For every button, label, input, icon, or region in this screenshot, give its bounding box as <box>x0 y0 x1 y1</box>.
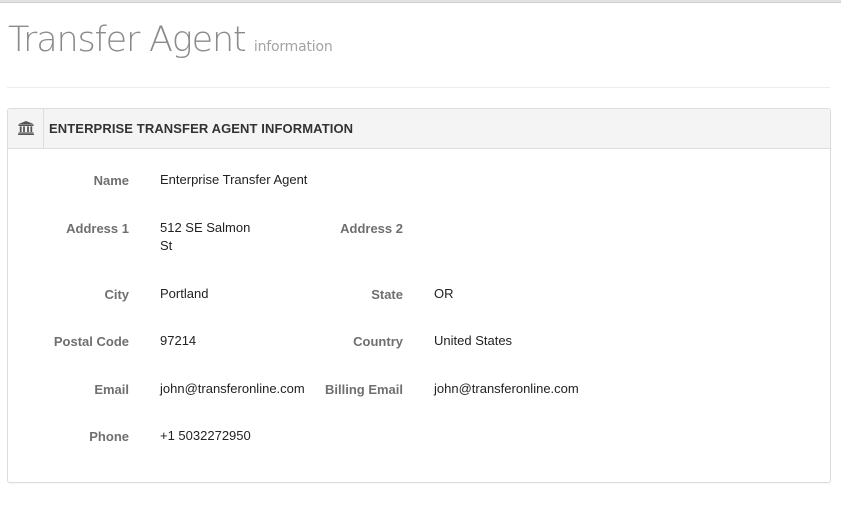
address1-value: 512 SE Salmon St <box>160 219 250 255</box>
country-label: Country <box>353 334 403 349</box>
page-header: Transfer Agent information <box>8 20 333 60</box>
city-label: City <box>104 287 129 302</box>
header-divider <box>7 87 830 88</box>
postal-code-label: Postal Code <box>53 334 129 349</box>
country-value: United States <box>434 333 513 348</box>
panel-heading: ENTERPRISE TRANSFER AGENT INFORMATION <box>8 109 830 149</box>
state-value: OR <box>434 286 454 301</box>
panel-icon-box <box>8 109 44 148</box>
top-border <box>0 0 841 3</box>
email-label: Email <box>94 382 129 397</box>
phone-label: Phone <box>89 429 129 444</box>
phone-value: +1 5032272950 <box>160 428 251 443</box>
panel-title: ENTERPRISE TRANSFER AGENT INFORMATION <box>49 121 354 136</box>
address1-line1: 512 SE Salmon <box>160 220 251 235</box>
billing-email-value: john@transferonline.com <box>434 381 579 396</box>
billing-email-label: Billing Email <box>324 382 403 397</box>
address1-label: Address 1 <box>66 221 129 236</box>
address2-label: Address 2 <box>340 221 403 236</box>
bank-icon <box>18 121 34 135</box>
city-value: Portland <box>160 286 209 301</box>
email-value: john@transferonline.com <box>160 381 305 396</box>
postal-code-value: 97214 <box>160 333 197 348</box>
page-title: Transfer Agent <box>8 20 247 60</box>
name-label: Name <box>93 173 129 188</box>
transfer-agent-panel: ENTERPRISE TRANSFER AGENT INFORMATION Na… <box>7 108 831 483</box>
state-label: State <box>371 287 403 302</box>
name-value: Enterprise Transfer Agent <box>160 172 308 187</box>
address1-line2: St <box>160 238 173 253</box>
page-subtitle: information <box>253 39 333 55</box>
